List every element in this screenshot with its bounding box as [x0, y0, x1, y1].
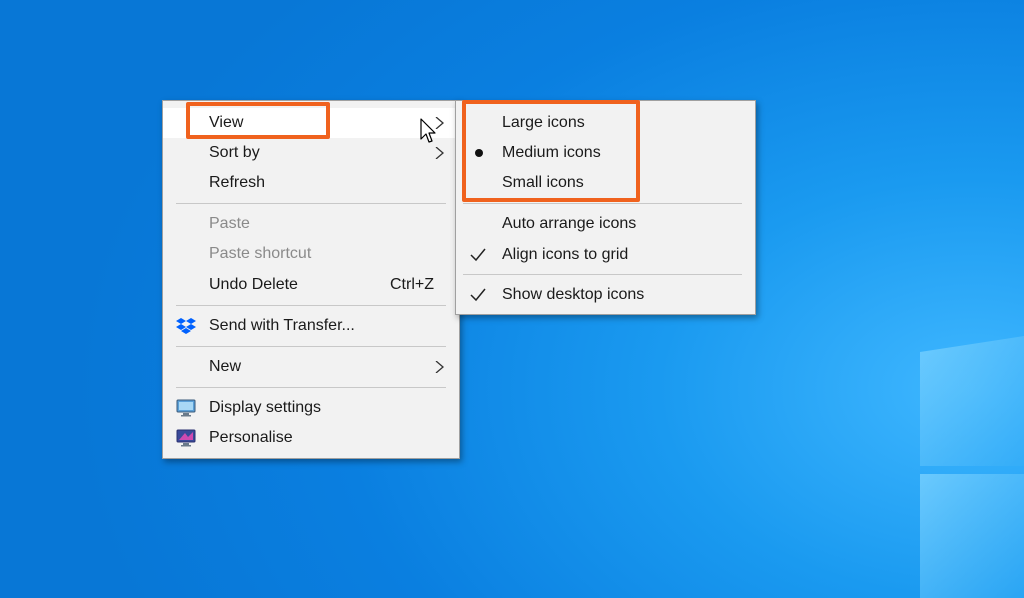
submenu-item-align-icons-to-grid[interactable]: Align icons to grid	[456, 240, 755, 270]
menu-separator	[463, 203, 742, 204]
menu-item-label: Send with Transfer...	[209, 317, 355, 334]
chevron-right-icon	[435, 361, 444, 373]
menu-item-label: Paste shortcut	[209, 245, 312, 262]
menu-item-label: Undo Delete	[209, 276, 298, 293]
menu-separator	[176, 305, 446, 306]
menu-item-label: Display settings	[209, 399, 322, 416]
checkmark-icon	[470, 248, 486, 262]
menu-item-send-with-transfer[interactable]: Send with Transfer...	[163, 311, 459, 341]
view-submenu: Large icons Medium icons Small icons Aut…	[455, 100, 756, 315]
menu-item-label: Medium icons	[502, 144, 601, 161]
menu-item-shortcut: Ctrl+Z	[390, 276, 434, 293]
submenu-item-large-icons[interactable]: Large icons	[456, 108, 755, 138]
menu-separator	[176, 346, 446, 347]
desktop-context-menu: View Sort by Refresh Paste Paste shortcu…	[162, 100, 460, 459]
menu-item-paste[interactable]: Paste	[163, 209, 459, 239]
submenu-item-show-desktop-icons[interactable]: Show desktop icons	[456, 280, 755, 310]
chevron-right-icon	[435, 147, 444, 159]
submenu-item-small-icons[interactable]: Small icons	[456, 168, 755, 198]
menu-separator	[463, 274, 742, 275]
menu-item-label: Auto arrange icons	[502, 215, 637, 232]
personalise-icon	[176, 429, 196, 447]
menu-item-paste-shortcut[interactable]: Paste shortcut	[163, 239, 459, 269]
menu-item-label: Show desktop icons	[502, 286, 645, 303]
menu-item-personalise[interactable]: Personalise	[163, 423, 459, 453]
menu-item-view[interactable]: View	[163, 108, 459, 138]
menu-item-label: Align icons to grid	[502, 246, 629, 263]
radio-bullet-icon	[475, 149, 483, 157]
menu-item-refresh[interactable]: Refresh	[163, 168, 459, 198]
menu-item-display-settings[interactable]: Display settings	[163, 393, 459, 423]
submenu-item-auto-arrange-icons[interactable]: Auto arrange icons	[456, 209, 755, 239]
display-settings-icon	[176, 399, 196, 417]
menu-item-label: New	[209, 358, 242, 375]
menu-item-new[interactable]: New	[163, 352, 459, 382]
dropbox-icon	[176, 318, 196, 334]
menu-item-label: Small icons	[502, 174, 584, 191]
menu-item-label: Refresh	[209, 174, 266, 191]
checkmark-icon	[470, 288, 486, 302]
menu-item-label: Personalise	[209, 429, 293, 446]
menu-item-sort-by[interactable]: Sort by	[163, 138, 459, 168]
menu-separator	[176, 387, 446, 388]
menu-item-undo-delete[interactable]: Undo Delete Ctrl+Z	[163, 270, 459, 300]
menu-item-label: Large icons	[502, 114, 585, 131]
submenu-item-medium-icons[interactable]: Medium icons	[456, 138, 755, 168]
menu-item-label: Paste	[209, 215, 250, 232]
menu-separator	[176, 203, 446, 204]
menu-item-label: View	[209, 114, 244, 131]
menu-item-label: Sort by	[209, 144, 260, 161]
mouse-cursor-icon	[420, 118, 436, 143]
